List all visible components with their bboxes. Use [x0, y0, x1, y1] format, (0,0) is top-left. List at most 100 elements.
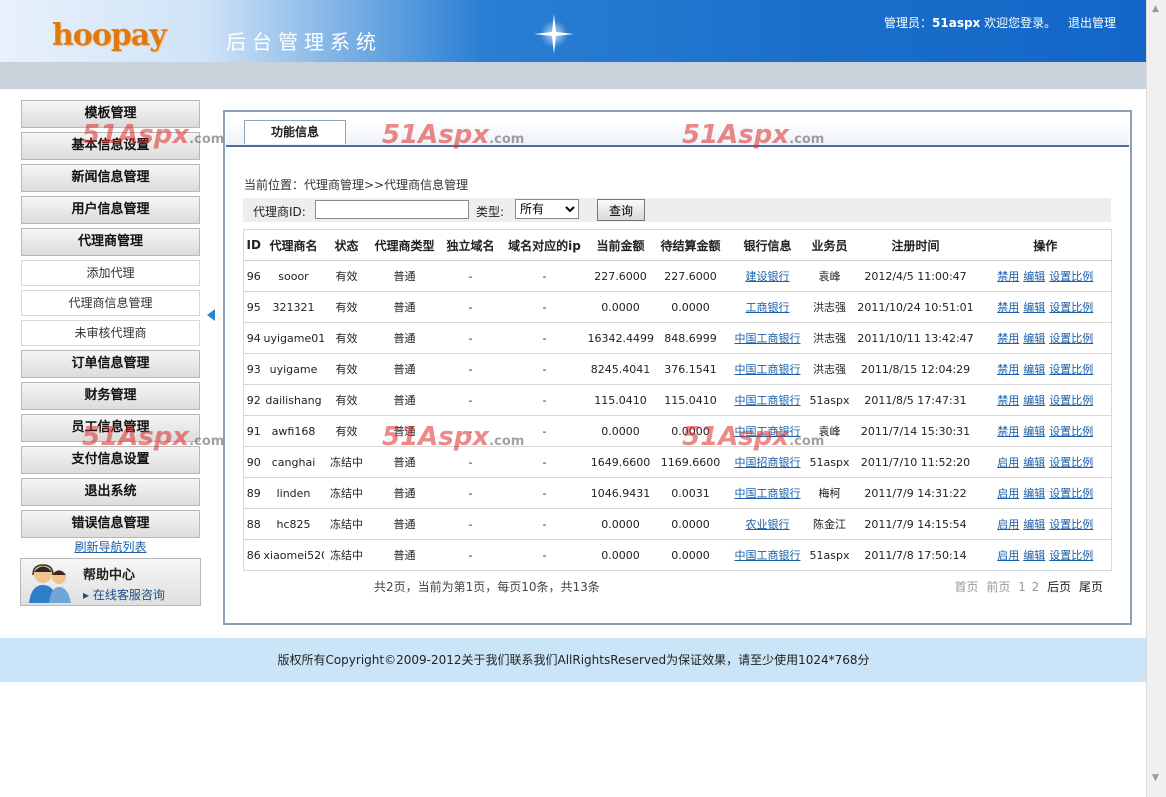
- toggle-status-link[interactable]: 启用: [997, 456, 1019, 469]
- cell-id: 94: [243, 322, 264, 354]
- sidebar-item[interactable]: 用户信息管理: [21, 196, 200, 224]
- set-ratio-link[interactable]: 设置比例: [1049, 394, 1093, 407]
- online-support-link[interactable]: ▸ 在线客服咨询: [83, 586, 165, 603]
- bank-link[interactable]: 建设银行: [746, 270, 790, 283]
- cell-time: 2011/7/14 15:30:31: [851, 415, 980, 447]
- toggle-status-link[interactable]: 禁用: [997, 270, 1019, 283]
- next-page-link[interactable]: 后页: [1047, 580, 1071, 594]
- sidebar-item[interactable]: 代理商信息管理: [21, 290, 200, 316]
- set-ratio-link[interactable]: 设置比例: [1049, 549, 1093, 562]
- cell-sales: 洪志强: [807, 291, 852, 323]
- prev-page-link[interactable]: 前页: [986, 580, 1010, 594]
- online-support-label: 在线客服咨询: [92, 588, 165, 602]
- toggle-status-link[interactable]: 启用: [997, 487, 1019, 500]
- sidebar-item[interactable]: 基本信息设置: [21, 132, 200, 160]
- toggle-status-link[interactable]: 启用: [997, 549, 1019, 562]
- set-ratio-link[interactable]: 设置比例: [1049, 425, 1093, 438]
- agent-table: ID 代理商名 状态 代理商类型 独立域名 域名对应的ip 当前金额 待结算金额 银行信息 业务员…: [243, 229, 1112, 571]
- bank-link[interactable]: 中国工商银行: [735, 332, 801, 345]
- edit-link[interactable]: 编辑: [1023, 487, 1045, 500]
- bank-link[interactable]: 工商银行: [746, 301, 790, 314]
- bank-link[interactable]: 中国工商银行: [735, 425, 801, 438]
- set-ratio-link[interactable]: 设置比例: [1049, 456, 1093, 469]
- sidebar-item[interactable]: 退出系统: [21, 478, 200, 506]
- help-center-box[interactable]: 帮助中心 ▸ 在线客服咨询: [20, 558, 201, 606]
- sidebar-item[interactable]: 添加代理: [21, 260, 200, 286]
- edit-link[interactable]: 编辑: [1023, 270, 1045, 283]
- cell-status: 冻结中: [323, 508, 370, 540]
- toggle-status-link[interactable]: 禁用: [997, 394, 1019, 407]
- sidebar-item[interactable]: 代理商管理: [21, 228, 200, 256]
- table-row: 92 dailishang 有效 普通 - -115.0410 115.0410 中国工商银行…: [243, 384, 1112, 416]
- last-page-link[interactable]: 尾页: [1079, 580, 1103, 594]
- bank-link[interactable]: 中国工商银行: [735, 394, 801, 407]
- cell-name: awfi168: [263, 415, 324, 447]
- scroll-down-icon[interactable]: ▼: [1152, 773, 1159, 783]
- cell-bank: 中国工商银行: [727, 384, 808, 416]
- sidebar-item[interactable]: 错误信息管理: [21, 510, 200, 538]
- bank-link[interactable]: 农业银行: [746, 518, 790, 531]
- sparkle-icon: [534, 14, 574, 54]
- toggle-status-link[interactable]: 禁用: [997, 425, 1019, 438]
- sidebar-item[interactable]: 新闻信息管理: [21, 164, 200, 192]
- query-button[interactable]: 查询: [597, 199, 645, 221]
- column-header: 代理商类型: [369, 229, 440, 261]
- scroll-up-icon[interactable]: ▲: [1152, 4, 1159, 14]
- toggle-status-link[interactable]: 启用: [997, 518, 1019, 531]
- column-header: ID: [243, 229, 264, 261]
- edit-link[interactable]: 编辑: [1023, 394, 1045, 407]
- sidebar-item[interactable]: 订单信息管理: [21, 350, 200, 378]
- set-ratio-link[interactable]: 设置比例: [1049, 301, 1093, 314]
- cell-bank: 中国工商银行: [727, 415, 808, 447]
- sidebar-item[interactable]: 员工信息管理: [21, 414, 200, 442]
- sidebar-item[interactable]: 财务管理: [21, 382, 200, 410]
- cell-bank: 中国工商银行: [727, 353, 808, 385]
- set-ratio-link[interactable]: 设置比例: [1049, 363, 1093, 376]
- toggle-status-link[interactable]: 禁用: [997, 301, 1019, 314]
- edit-link[interactable]: 编辑: [1023, 456, 1045, 469]
- cell-actions: 禁用 编辑 设置比例: [979, 322, 1112, 354]
- cell-pending: 0.0000: [653, 291, 728, 323]
- set-ratio-link[interactable]: 设置比例: [1049, 270, 1093, 283]
- sidebar-item[interactable]: 模板管理: [21, 100, 200, 128]
- set-ratio-link[interactable]: 设置比例: [1049, 332, 1093, 345]
- edit-link[interactable]: 编辑: [1023, 363, 1045, 376]
- sidebar-item[interactable]: 未审核代理商: [21, 320, 200, 346]
- sidebar-item[interactable]: 支付信息设置: [21, 446, 200, 474]
- bank-link[interactable]: 中国招商银行: [735, 456, 801, 469]
- toggle-status-link[interactable]: 禁用: [997, 363, 1019, 376]
- edit-link[interactable]: 编辑: [1023, 425, 1045, 438]
- refresh-nav-link[interactable]: 刷新导航列表: [21, 538, 200, 555]
- edit-link[interactable]: 编辑: [1023, 518, 1045, 531]
- collapse-sidebar-arrow-icon[interactable]: [207, 309, 215, 321]
- bank-link[interactable]: 中国工商银行: [735, 363, 801, 376]
- cell-type: 普通: [369, 477, 440, 509]
- cell-domain: -: [439, 384, 502, 416]
- cell-actions: 禁用 编辑 设置比例: [979, 260, 1112, 292]
- agent-id-input[interactable]: [315, 200, 469, 219]
- type-select[interactable]: 所有: [515, 199, 579, 219]
- edit-link[interactable]: 编辑: [1023, 549, 1045, 562]
- edit-link[interactable]: 编辑: [1023, 332, 1045, 345]
- cell-actions: 启用 编辑 设置比例: [979, 477, 1112, 509]
- page-1-link[interactable]: 1: [1018, 580, 1026, 594]
- cell-status: 冻结中: [323, 446, 370, 478]
- vertical-scrollbar[interactable]: ▲ ▼: [1146, 0, 1166, 797]
- table-row: 86 xiaomei520 冻结中 普通 - -0.0000 0.0000 中国工商银行 51a…: [243, 539, 1112, 571]
- tab-function-info[interactable]: 功能信息: [244, 120, 346, 144]
- toggle-status-link[interactable]: 禁用: [997, 332, 1019, 345]
- page-2-link[interactable]: 2: [1032, 580, 1040, 594]
- cell-pending: 227.6000: [653, 260, 728, 292]
- cell-amount: 1649.6600: [587, 446, 654, 478]
- table-row: 93 uyigame 有效 普通 - -8245.4041 376.1541 中国工商银行 洪志…: [243, 353, 1112, 385]
- set-ratio-link[interactable]: 设置比例: [1049, 487, 1093, 500]
- logout-link[interactable]: 退出管理: [1068, 16, 1116, 30]
- cell-status: 有效: [323, 384, 370, 416]
- first-page-link[interactable]: 首页: [955, 580, 979, 594]
- bank-link[interactable]: 中国工商银行: [735, 549, 801, 562]
- bank-link[interactable]: 中国工商银行: [735, 487, 801, 500]
- cell-ip: -: [501, 539, 588, 571]
- edit-link[interactable]: 编辑: [1023, 301, 1045, 314]
- set-ratio-link[interactable]: 设置比例: [1049, 518, 1093, 531]
- column-header: 独立域名: [439, 229, 502, 261]
